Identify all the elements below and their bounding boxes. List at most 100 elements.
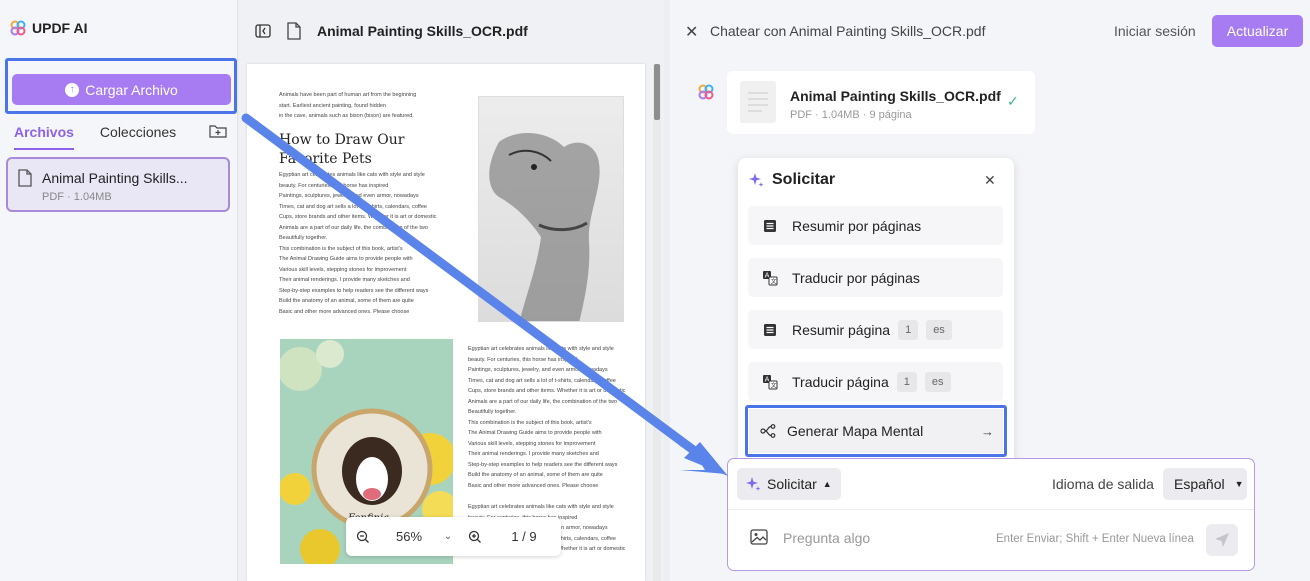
option-translate-pages[interactable]: A文 Traducir por páginas [748,258,1003,297]
text-line: This combination is the subject of this … [468,419,592,426]
option-label: Traducir por páginas [792,269,920,286]
text-line: beauty. For centuries, this horse has in… [279,182,389,189]
question-input[interactable] [783,530,983,546]
text-line: Build the anatomy of an animal, some of … [468,472,603,478]
output-language-select[interactable]: Español ▼ [1163,468,1247,500]
mind-map-icon [749,424,787,438]
svg-text:文: 文 [771,277,777,285]
viewer-scrollbar[interactable] [653,64,661,581]
option-generate-mind-map[interactable]: Generar Mapa Mental → [749,409,1003,453]
option-label: Resumir por páginas [792,217,922,234]
prompt-menu-header: Solicitar [748,171,835,189]
chat-header: ✕ Chatear con Animal Painting Skills_OCR… [670,0,1310,62]
list-icon [748,219,792,233]
file-card-name: Animal Painting Skills_OCR.pdf [790,88,1001,104]
updf-logo-icon [10,20,26,36]
option-summarize-page[interactable]: Resumir página 1 es [748,310,1003,349]
page-body-2: Egyptian art celebrates animals like cat… [468,344,625,491]
zoom-in-icon [468,530,481,543]
page-number-chip[interactable]: 1 [898,319,919,340]
zoom-in-button[interactable] [458,530,492,544]
file-list-item[interactable]: Animal Painting Skills... PDF · 1.04MB [6,157,230,212]
send-icon [1215,533,1229,547]
image-upload-icon[interactable] [750,529,768,545]
updf-ai-avatar-icon [698,84,714,100]
output-language-value: Español [1174,476,1225,492]
language-chip[interactable]: es [924,371,951,392]
page-indicator[interactable]: 1 / 9 [492,529,556,544]
upgrade-button[interactable]: Actualizar [1212,15,1303,47]
prompt-toggle-button[interactable]: Solicitar ▲ [737,468,841,500]
chat-title: Chatear con Animal Painting Skills_OCR.p… [710,23,986,39]
text-line: Beautifully together. [468,409,517,415]
file-name: Animal Painting Skills... [42,170,188,186]
page-number-chip[interactable]: 1 [896,371,917,392]
upload-label: Cargar Archivo [85,81,178,98]
chevron-down-icon[interactable]: ⌄ [438,531,458,542]
text-line: This combination is the subject of this … [279,245,403,252]
viewer-title: Animal Painting Skills_OCR.pdf [317,23,528,39]
svg-text:文: 文 [771,381,777,389]
text-line: Cups, store brands and other items. Whet… [279,214,437,220]
collapse-sidebar-icon[interactable] [255,24,271,38]
text-line: Egyptian art celebrates animals like cat… [468,504,614,510]
text-line: The Animal Drawing Guide aims to provide… [279,256,413,262]
document-icon [287,22,301,40]
page-body-1: Egyptian art celebrates animals like cat… [279,170,436,317]
option-label: Generar Mapa Mental [787,423,924,439]
uploaded-file-card: Animal Painting Skills_OCR.pdf PDF · 1.0… [727,71,1035,134]
text-line: Cups, store brands and other items. Whet… [468,388,626,394]
option-translate-page[interactable]: A文 Traducir página 1 es [748,362,1003,401]
upload-file-button[interactable]: ↑ Cargar Archivo [12,74,231,105]
add-folder-icon[interactable] [209,124,227,138]
upload-arrow-icon: ↑ [65,82,80,97]
close-icon[interactable]: ✕ [685,22,698,42]
sparkle-icon [746,477,761,491]
pdf-thumbnail-icon [740,81,776,123]
sidebar-tabs: Archivos Colecciones [14,124,176,150]
tab-archivos[interactable]: Archivos [14,124,74,150]
text-line: Paintings, sculptures, jewelry, and even… [279,193,419,199]
upload-highlight: ↑ Cargar Archivo [5,58,237,114]
arrow-right-icon: → [981,423,994,439]
translate-icon: A文 [748,374,792,390]
text-line: Basic and other more advanced ones. Plea… [468,482,599,489]
close-icon[interactable]: ✕ [984,172,996,189]
text-line: Step-by-step examples to help readers se… [279,287,429,294]
viewer-toolbar: Animal Painting Skills_OCR.pdf [239,0,664,62]
text-line: Egyptian art celebrates animals like cat… [279,172,425,178]
language-chip[interactable]: es [926,319,952,340]
text-line: Build the anatomy of an animal, some of … [279,298,414,304]
translate-icon: A文 [748,270,792,286]
sidebar: UPDF AI ↑ Cargar Archivo Archivos Colecc… [0,0,238,581]
option-summarize-pages[interactable]: Resumir por páginas [748,206,1003,245]
scrollbar-thumb[interactable] [654,64,660,120]
page-intro: Animals have been part of human art from… [279,90,416,122]
zoom-out-icon [356,530,369,543]
option-label: Traducir página [792,373,889,390]
send-button[interactable] [1206,524,1238,556]
text-line: in the cave, animals such as bison (biso… [279,113,414,119]
caret-up-icon: ▲ [822,479,832,489]
option-label: Resumir página [792,321,891,338]
text-line: Basic and other more advanced ones. Plea… [279,308,410,315]
dog-sketch-image [478,96,624,322]
text-line: Beautifully together. [279,235,328,241]
zoom-toolbar: 56% ⌄ 1 / 9 [346,517,561,556]
zoom-out-button[interactable] [346,530,380,544]
text-line: start. Earliest ancient painting, found … [279,102,387,109]
page-heading: How to Draw Our Favorite Pets [279,131,404,169]
text-line: Times, cat and dog art sells a lot of t-… [279,203,427,210]
input-hint: Enter Enviar; Shift + Enter Nueva línea [996,533,1194,545]
file-meta: PDF · 1.04MB [42,191,112,203]
text-line: Animals have been part of human art from… [279,92,417,98]
login-link[interactable]: Iniciar sesión [1114,23,1196,39]
tab-colecciones[interactable]: Colecciones [100,124,176,150]
zoom-level[interactable]: 56% [380,529,438,544]
text-line: The Animal Drawing Guide aims to provide… [468,430,602,436]
chat-panel: ✕ Chatear con Animal Painting Skills_OCR… [670,0,1310,581]
text-line: Various skill levels, stepping stones fo… [279,266,407,273]
text-line: Step-by-step examples to help readers se… [468,461,618,468]
brand: UPDF AI [10,20,87,36]
chat-input-box: Solicitar ▲ Idioma de salida Español ▼ E… [727,458,1255,571]
